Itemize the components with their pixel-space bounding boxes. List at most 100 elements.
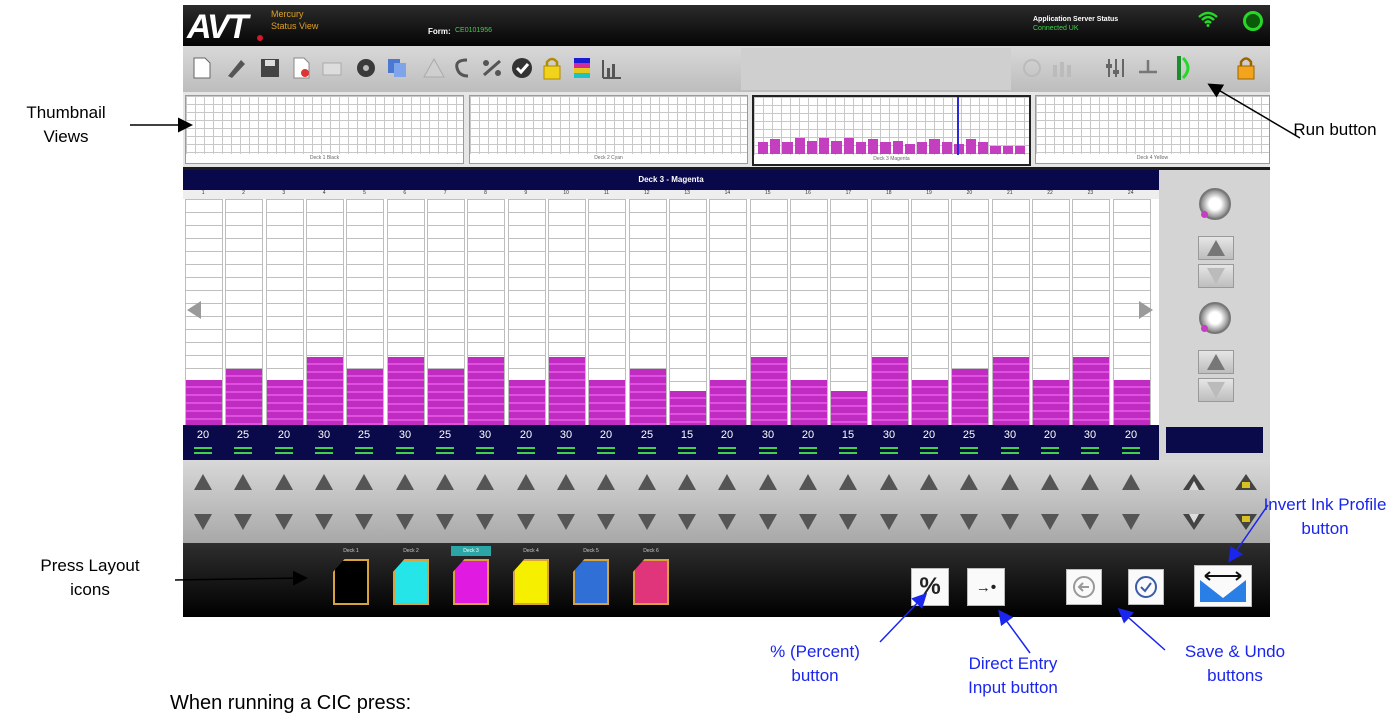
- warning-icon[interactable]: [421, 54, 447, 82]
- ink-zone-column[interactable]: [266, 199, 304, 425]
- ink-zone-column[interactable]: [911, 199, 949, 425]
- undo-button[interactable]: [1066, 569, 1102, 605]
- press-layout-deck[interactable]: Deck 6: [631, 546, 671, 605]
- bars-icon[interactable]: [1049, 54, 1075, 82]
- zone-down-button[interactable]: [871, 504, 907, 540]
- power-icon[interactable]: [1243, 11, 1263, 31]
- ink-zone-column[interactable]: [427, 199, 465, 425]
- zone-down-button[interactable]: [790, 504, 826, 540]
- ink-zone-column[interactable]: [508, 199, 546, 425]
- zone-up-button[interactable]: [951, 464, 987, 500]
- zone-up-button[interactable]: [508, 464, 544, 500]
- ink-zone-column[interactable]: [548, 199, 586, 425]
- zone-down-button[interactable]: [709, 504, 745, 540]
- ink-zone-column[interactable]: [709, 199, 747, 425]
- increase-all-button[interactable]: [1228, 464, 1264, 500]
- press-layout-deck[interactable]: Deck 5: [571, 546, 611, 605]
- zone-down-button[interactable]: [1072, 504, 1108, 540]
- zone-up-button[interactable]: [992, 464, 1028, 500]
- percent-button[interactable]: %: [911, 568, 949, 606]
- all-down-button[interactable]: [1176, 504, 1212, 540]
- ink-zone-column[interactable]: [1032, 199, 1070, 425]
- new-file-icon[interactable]: [189, 54, 215, 82]
- direct-entry-button[interactable]: →•: [967, 568, 1005, 606]
- zone-down-button[interactable]: [1113, 504, 1149, 540]
- press-layout-deck[interactable]: Deck 4: [511, 546, 551, 605]
- ink-zone-column[interactable]: [669, 199, 707, 425]
- thumbnail-deck-4[interactable]: Deck 4 Yellow: [1035, 95, 1270, 164]
- zone-down-button[interactable]: [225, 504, 261, 540]
- zone-down-button[interactable]: [911, 504, 947, 540]
- zone-down-button[interactable]: [548, 504, 584, 540]
- zone-up-button[interactable]: [1072, 464, 1108, 500]
- ink-zone-column[interactable]: [951, 199, 989, 425]
- save-icon[interactable]: [257, 54, 283, 82]
- panel-up-button[interactable]: [1198, 236, 1234, 260]
- ink-zone-column[interactable]: [830, 199, 868, 425]
- zone-up-button[interactable]: [629, 464, 665, 500]
- zone-down-button[interactable]: [750, 504, 786, 540]
- ink-zone-column[interactable]: [467, 199, 505, 425]
- thumbnail-deck-3[interactable]: Deck 3 Magenta: [752, 95, 1031, 166]
- color-bars-icon[interactable]: [569, 54, 595, 82]
- decrease-all-button[interactable]: [1228, 504, 1264, 540]
- zone-down-button[interactable]: [1032, 504, 1068, 540]
- zone-down-button[interactable]: [387, 504, 423, 540]
- press-layout-deck[interactable]: Deck 3: [451, 546, 491, 605]
- panel-down-button[interactable]: [1198, 378, 1234, 402]
- ink-zone-column[interactable]: [871, 199, 909, 425]
- zone-up-button[interactable]: [427, 464, 463, 500]
- ink-zone-column[interactable]: [346, 199, 384, 425]
- zone-up-button[interactable]: [830, 464, 866, 500]
- zone-up-button[interactable]: [467, 464, 503, 500]
- ink-zone-column[interactable]: [1072, 199, 1110, 425]
- zone-up-button[interactable]: [1032, 464, 1068, 500]
- zone-down-button[interactable]: [266, 504, 302, 540]
- zone-up-button[interactable]: [790, 464, 826, 500]
- zone-down-button[interactable]: [669, 504, 705, 540]
- edit-icon[interactable]: [223, 54, 249, 82]
- zone-up-button[interactable]: [1113, 464, 1149, 500]
- scroll-left-arrow-icon[interactable]: [187, 301, 201, 319]
- check-icon[interactable]: [509, 54, 535, 82]
- zone-up-button[interactable]: [387, 464, 423, 500]
- zone-up-button[interactable]: [669, 464, 705, 500]
- sensor-icon[interactable]: [1019, 54, 1045, 82]
- press-layout-deck[interactable]: Deck 1: [331, 546, 371, 605]
- dial-icon[interactable]: [1199, 188, 1231, 220]
- panel-up-button[interactable]: [1198, 350, 1234, 374]
- zone-up-button[interactable]: [225, 464, 261, 500]
- all-up-button[interactable]: [1176, 464, 1212, 500]
- zone-up-button[interactable]: [871, 464, 907, 500]
- ink-zone-column[interactable]: [225, 199, 263, 425]
- zone-up-button[interactable]: [306, 464, 342, 500]
- balance-icon[interactable]: [1135, 54, 1161, 82]
- zone-down-button[interactable]: [346, 504, 382, 540]
- percent-tool-icon[interactable]: [479, 54, 505, 82]
- zone-down-button[interactable]: [306, 504, 342, 540]
- cd-icon[interactable]: [353, 54, 379, 82]
- thumbnail-deck-2[interactable]: Deck 2 Cyan: [469, 95, 748, 164]
- zone-up-button[interactable]: [709, 464, 745, 500]
- ink-zone-column[interactable]: [790, 199, 828, 425]
- adjust-icon[interactable]: [1103, 54, 1129, 82]
- press-layout-deck[interactable]: Deck 2: [391, 546, 431, 605]
- zone-up-button[interactable]: [185, 464, 221, 500]
- panel-down-button[interactable]: [1198, 264, 1234, 288]
- refresh-icon[interactable]: [449, 54, 475, 82]
- ink-zone-column[interactable]: [588, 199, 626, 425]
- thumbnail-deck-1[interactable]: Deck 1 Black: [185, 95, 464, 164]
- zone-down-button[interactable]: [951, 504, 987, 540]
- zone-up-button[interactable]: [588, 464, 624, 500]
- zone-up-button[interactable]: [266, 464, 302, 500]
- zone-down-button[interactable]: [588, 504, 624, 540]
- print-icon[interactable]: [319, 54, 345, 82]
- invert-ink-profile-button[interactable]: [1194, 565, 1252, 607]
- ink-zone-column[interactable]: [306, 199, 344, 425]
- ink-zone-column[interactable]: [387, 199, 425, 425]
- zone-down-button[interactable]: [629, 504, 665, 540]
- zone-up-button[interactable]: [346, 464, 382, 500]
- zone-up-button[interactable]: [750, 464, 786, 500]
- copy-icon[interactable]: [385, 54, 411, 82]
- run-button[interactable]: [1171, 54, 1197, 82]
